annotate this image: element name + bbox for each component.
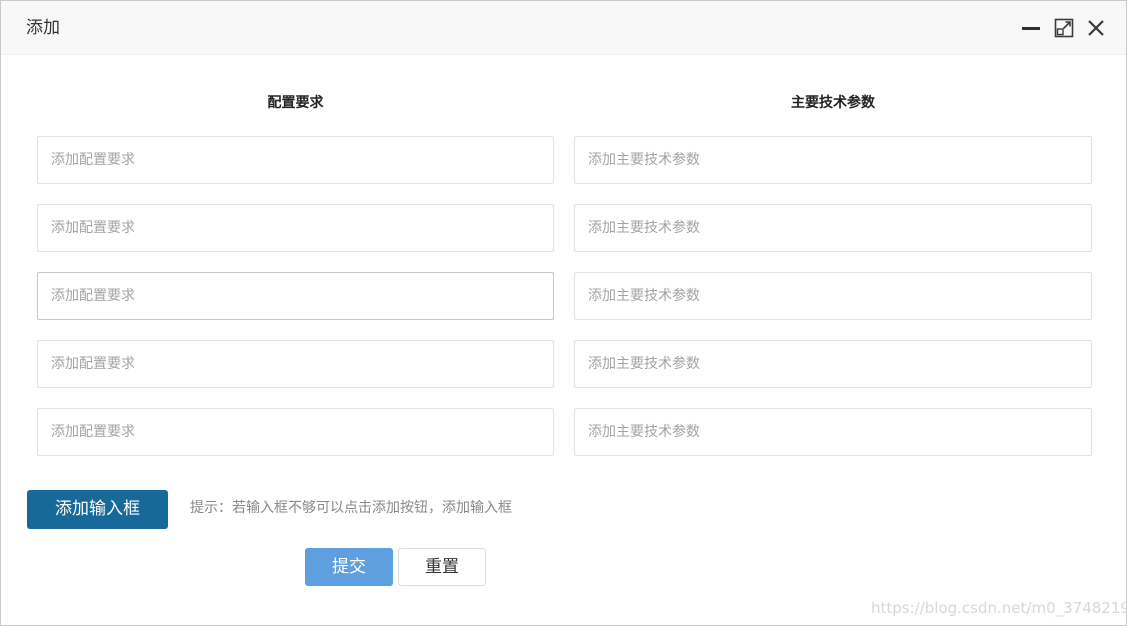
- submit-button[interactable]: 提交: [305, 548, 393, 586]
- config-requirement-input-3[interactable]: [37, 272, 554, 320]
- hint-text: 提示：若输入框不够可以点击添加按钮，添加输入框: [190, 500, 512, 516]
- tech-param-input-5[interactable]: [574, 408, 1092, 456]
- config-requirement-input-4[interactable]: [37, 340, 554, 388]
- config-requirement-input-5[interactable]: [37, 408, 554, 456]
- tech-params-header: 主要技术参数: [791, 95, 875, 111]
- maximize-icon[interactable]: [1054, 18, 1074, 38]
- watermark-text: https://blog.csdn.net/m0_37482190: [871, 599, 1127, 617]
- tech-param-input-4[interactable]: [574, 340, 1092, 388]
- tech-param-input-2[interactable]: [574, 204, 1092, 252]
- config-requirement-input-2[interactable]: [37, 204, 554, 252]
- tech-param-input-1[interactable]: [574, 136, 1092, 184]
- minimize-icon[interactable]: [1021, 18, 1041, 38]
- dialog-titlebar: 添加: [1, 1, 1126, 55]
- config-requirement-input-1[interactable]: [37, 136, 554, 184]
- close-icon[interactable]: [1086, 18, 1106, 38]
- add-dialog: 添加 配置要求 主要技术参数 添加输入框: [0, 0, 1127, 626]
- tech-param-input-3[interactable]: [574, 272, 1092, 320]
- dialog-title: 添加: [26, 18, 60, 38]
- add-input-button[interactable]: 添加输入框: [27, 490, 168, 529]
- reset-button[interactable]: 重置: [398, 548, 486, 586]
- config-requirements-header: 配置要求: [267, 95, 324, 111]
